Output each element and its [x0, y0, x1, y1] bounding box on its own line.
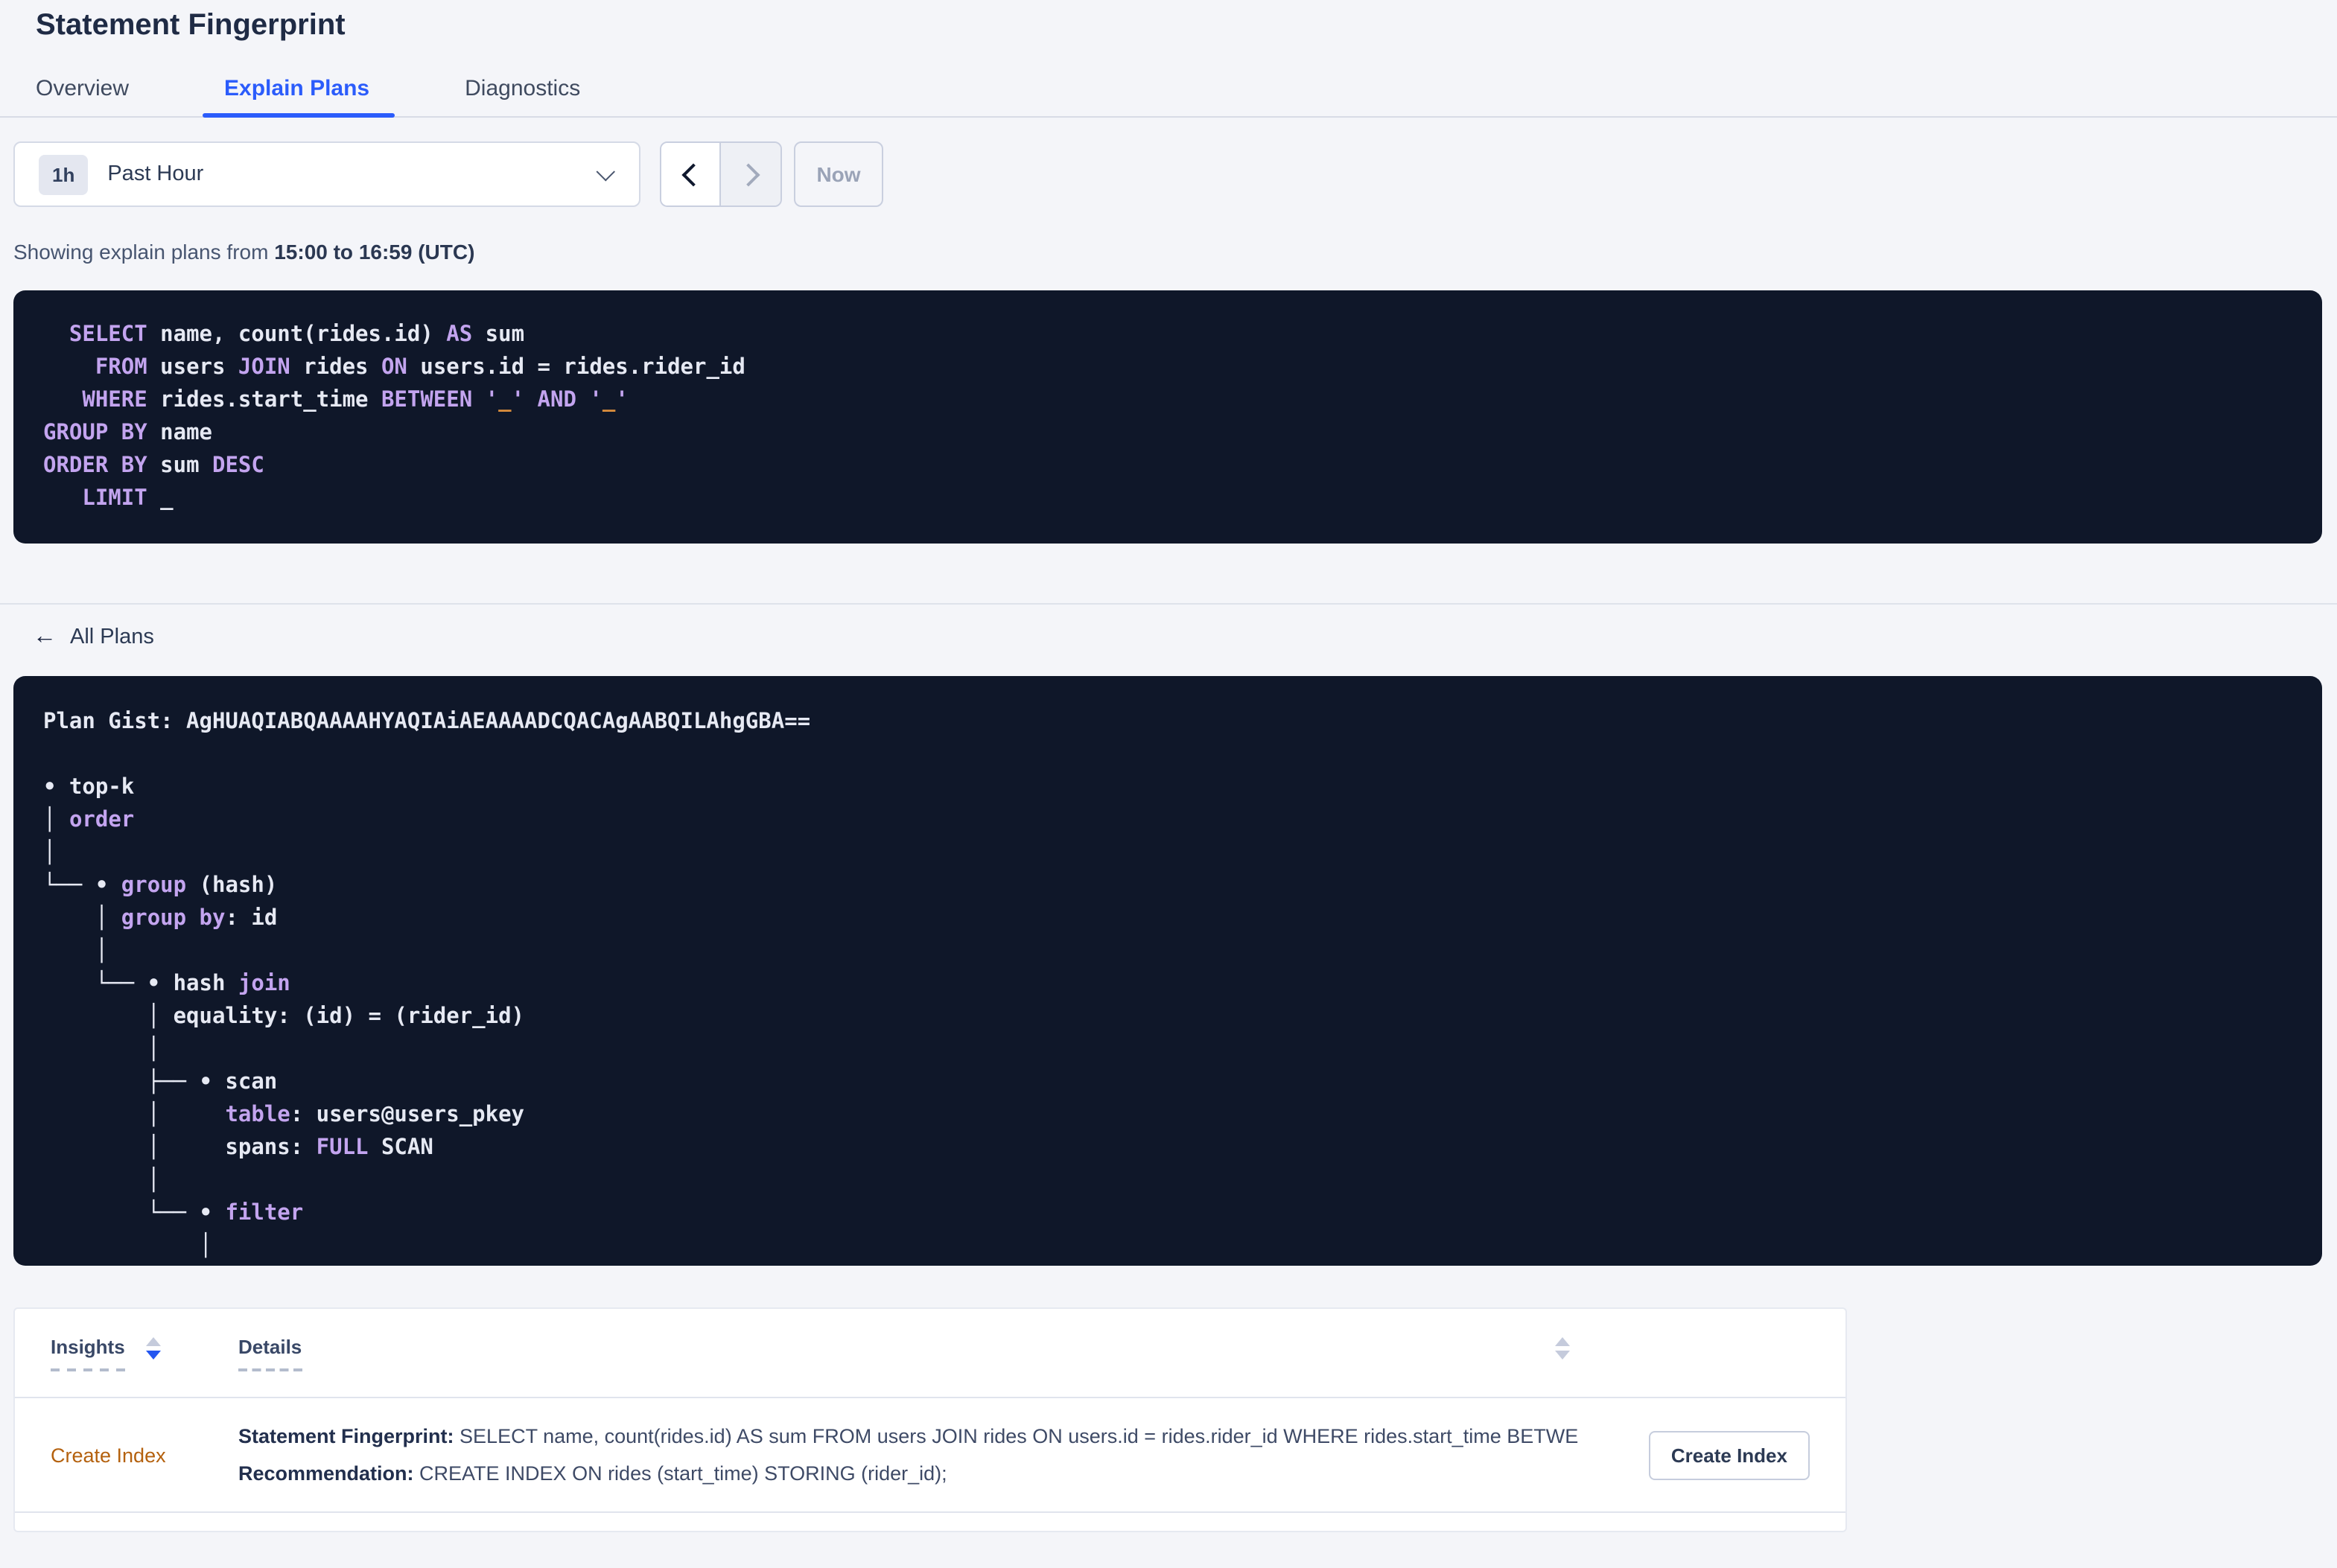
sort-asc-icon	[145, 1337, 161, 1346]
back-arrow-icon: ←	[33, 624, 57, 649]
sort-desc-icon	[145, 1351, 161, 1360]
recommendation-text: CREATE INDEX ON rides (start_time) STORI…	[413, 1462, 947, 1485]
sort-asc-icon	[1555, 1337, 1570, 1346]
showing-range-text: Showing explain plans from 15:00 to 16:5…	[13, 240, 2337, 264]
code-line: GROUP BY name	[43, 421, 212, 445]
next-interval-button[interactable]	[721, 143, 780, 205]
code-line: Plan Gist: AgHUAQIABQAAAAHYAQIAiAEAAAADC…	[43, 710, 811, 734]
code-line: │ spans: FULL SCAN	[43, 1136, 433, 1160]
tab-bar: Overview Explain Plans Diagnostics	[0, 60, 2337, 118]
details-cell: Statement Fingerprint: SELECT name, coun…	[238, 1418, 1579, 1492]
statement-fingerprint-text: SELECT name, count(rides.id) AS sum FROM…	[454, 1425, 1579, 1447]
insights-table: Insights Details Create Index Statement …	[13, 1307, 1847, 1532]
code-line: │	[43, 841, 57, 865]
header-details-label: Details	[238, 1335, 302, 1371]
table-row: Create Index Statement Fingerprint: SELE…	[15, 1398, 1845, 1513]
code-line: │ table: users@users_pkey	[43, 1103, 525, 1127]
statement-fingerprint-label: Statement Fingerprint:	[238, 1425, 454, 1447]
prev-interval-button[interactable]	[661, 143, 721, 205]
code-line: │	[43, 940, 109, 963]
code-line: • top-k	[43, 776, 135, 800]
plan-gist-box: Plan Gist: AgHUAQIABQAAAAHYAQIAiAEAAAADC…	[13, 676, 2322, 1266]
tab-explain-plans[interactable]: Explain Plans	[202, 60, 395, 118]
code-line: │ order	[43, 809, 135, 832]
code-line: │ equality: (id) = (rider_id)	[43, 1005, 525, 1029]
sort-icon-insights[interactable]	[145, 1337, 161, 1360]
header-insights-cell[interactable]: Insights	[51, 1335, 238, 1371]
now-button[interactable]: Now	[794, 141, 883, 207]
recommendation-label: Recommendation:	[238, 1462, 414, 1485]
tab-diagnostics[interactable]: Diagnostics	[465, 60, 580, 116]
chevron-left-icon	[681, 162, 705, 186]
insights-table-header: Insights Details	[15, 1309, 1845, 1398]
section-divider	[0, 603, 2337, 605]
code-line: └── • filter	[43, 1202, 304, 1226]
code-line: └── • group (hash)	[43, 874, 278, 898]
code-line: └── • hash join	[43, 972, 290, 996]
chevron-right-icon	[737, 162, 760, 186]
code-line: │	[43, 1169, 161, 1193]
insight-type-link[interactable]: Create Index	[51, 1444, 166, 1466]
all-plans-label: All Plans	[70, 625, 154, 649]
page-title: Statement Fingerprint	[36, 9, 346, 42]
tab-overview[interactable]: Overview	[36, 60, 129, 116]
statement-fingerprint-line: Statement Fingerprint: SELECT name, coun…	[238, 1418, 1579, 1455]
time-pager	[660, 141, 782, 207]
sort-desc-icon	[1555, 1351, 1570, 1360]
code-line: │ group by: id	[43, 907, 278, 931]
time-range-badge: 1h	[39, 154, 89, 194]
chevron-down-icon	[596, 162, 615, 181]
code-line: WHERE rides.start_time BETWEEN '_' AND '…	[43, 389, 629, 412]
code-line: │	[43, 1234, 213, 1258]
time-range-label: Past Hour	[107, 162, 204, 186]
code-line: ORDER BY sum DESC	[43, 454, 264, 478]
code-line: SELECT name, count(rides.id) AS sum	[43, 323, 525, 347]
code-line: FROM users JOIN rides ON users.id = ride…	[43, 356, 745, 380]
time-range-select[interactable]: 1h Past Hour	[13, 141, 640, 207]
recommendation-line: Recommendation: CREATE INDEX ON rides (s…	[238, 1455, 1579, 1492]
header-details-cell[interactable]: Details	[238, 1335, 1579, 1371]
all-plans-link[interactable]: ← All Plans	[33, 625, 154, 649]
code-line: ├── • scan	[43, 1071, 278, 1094]
showing-range: 15:00 to 16:59 (UTC)	[274, 240, 475, 264]
code-line: LIMIT _	[43, 487, 174, 511]
code-line: │	[43, 1038, 161, 1062]
card-footer	[15, 1513, 1845, 1531]
statement-fingerprint-page: Statement Fingerprint Overview Explain P…	[0, 0, 2337, 1568]
showing-prefix: Showing explain plans from	[13, 240, 275, 264]
sort-icon-details[interactable]	[1555, 1337, 1570, 1360]
header-insights-label: Insights	[51, 1335, 125, 1371]
action-cell: Create Index	[1579, 1430, 1810, 1479]
create-index-button[interactable]: Create Index	[1648, 1430, 1810, 1479]
insight-cell: Create Index	[51, 1444, 238, 1466]
time-toolbar: 1h Past Hour Now	[13, 141, 2337, 207]
sql-statement-box: SELECT name, count(rides.id) AS sum FROM…	[13, 290, 2322, 544]
